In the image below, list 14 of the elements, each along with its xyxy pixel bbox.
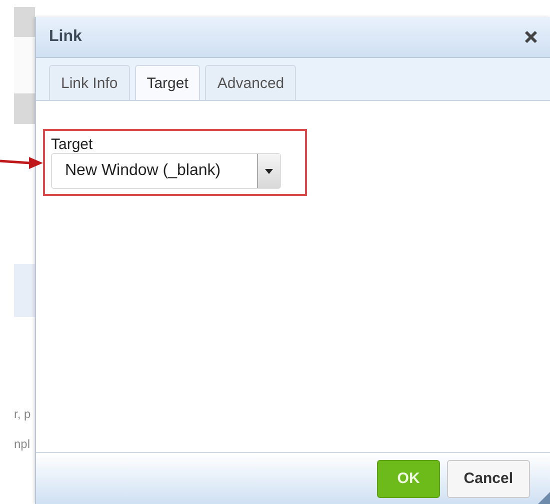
target-select[interactable]: New Window (_blank) (51, 153, 281, 189)
close-icon[interactable] (524, 30, 538, 44)
dropdown-icon (265, 168, 273, 174)
pointer-arrow (0, 156, 44, 170)
resize-grip-icon[interactable] (538, 492, 550, 504)
field-label: Target (51, 136, 94, 153)
page-text: npl (14, 437, 32, 451)
page-text: r, p (14, 407, 32, 421)
page-band (14, 264, 35, 317)
tab[interactable]: Link Info (49, 65, 130, 100)
tab[interactable]: Advanced (205, 65, 296, 100)
cancel-button[interactable]: Cancel (446, 460, 530, 498)
dialog-title: Link (49, 28, 82, 46)
tab[interactable]: Target (134, 65, 200, 100)
